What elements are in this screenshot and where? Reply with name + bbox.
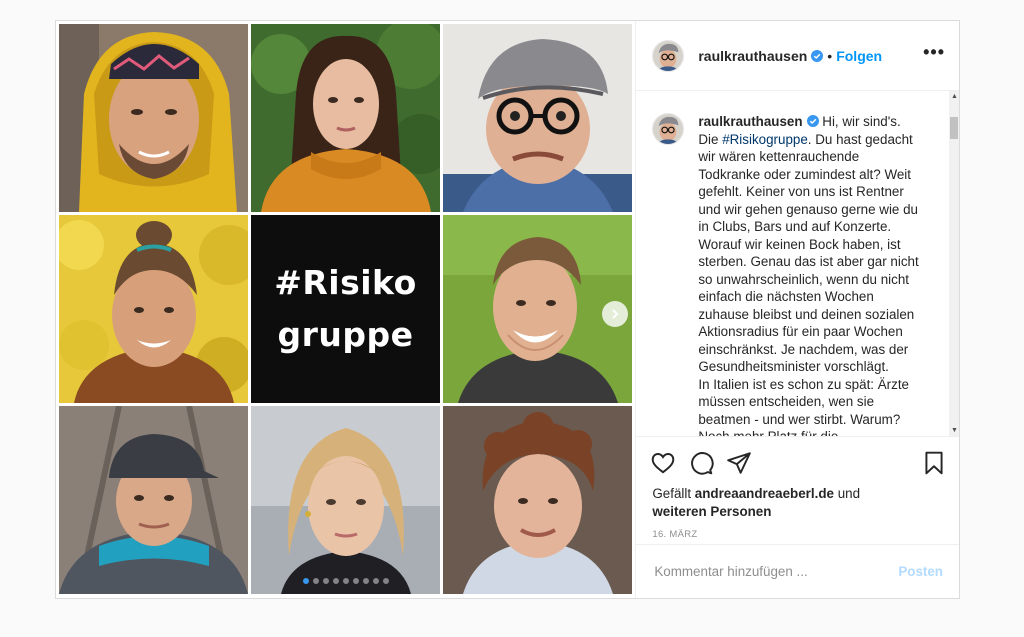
carousel-dot: [373, 578, 379, 584]
risikogruppe-text-tile: #Risiko gruppe: [251, 215, 440, 403]
follow-button[interactable]: Folgen: [836, 48, 882, 64]
carousel-dot: [303, 578, 309, 584]
caption-text: raulkrauthausen Hi, wir sind's. Die #Ris…: [698, 113, 924, 437]
carousel-indicator: [56, 578, 635, 584]
add-comment-bar: Posten: [636, 544, 959, 598]
scrollbar-thumb[interactable]: [950, 117, 958, 139]
carousel-next-button[interactable]: [602, 301, 628, 327]
scroll-up-icon[interactable]: ▲: [951, 93, 958, 100]
header-username[interactable]: raulkrauthausen: [698, 48, 807, 64]
portrait-tile-flat-cap: [443, 24, 632, 212]
avatar[interactable]: [652, 39, 685, 72]
carousel-dot: [323, 578, 329, 584]
photo-collage: #Risiko gruppe: [59, 24, 633, 595]
save-button[interactable]: [921, 450, 947, 476]
verified-badge-icon: [806, 115, 819, 127]
comment-icon: [691, 452, 714, 475]
tile-text-line-2: gruppe: [277, 315, 414, 354]
carousel-dot: [333, 578, 339, 584]
likes-summary: Gefällt andreaandreaeberl.de und weitere…: [636, 479, 959, 521]
scroll-down-icon[interactable]: ▼: [951, 427, 958, 434]
verified-badge-icon: [811, 49, 824, 62]
share-button[interactable]: [726, 450, 752, 476]
carousel-dot: [353, 578, 359, 584]
portrait-tile-blonde-woman: [251, 406, 440, 594]
comments-area[interactable]: raulkrauthausen Hi, wir sind's. Die #Ris…: [636, 91, 959, 437]
portrait-tile-curly-hair: [443, 406, 632, 594]
post-date[interactable]: 16. März: [636, 521, 959, 540]
carousel-dot: [383, 578, 389, 584]
carousel-dot: [343, 578, 349, 584]
tile-text-line-1: #Risiko: [274, 263, 417, 302]
hashtag-link[interactable]: #Risikogruppe: [722, 132, 808, 147]
chevron-right-icon: [612, 309, 619, 319]
avatar[interactable]: [652, 113, 685, 145]
carousel-dot: [363, 578, 369, 584]
like-button[interactable]: [650, 450, 676, 476]
paper-plane-icon: [727, 452, 752, 474]
caption-username[interactable]: raulkrauthausen: [698, 114, 802, 129]
portrait-tile-cap-hoodie: [59, 406, 248, 594]
liked-by-user-link[interactable]: andreaandreaeberl.de: [695, 486, 834, 501]
header-separator: •: [827, 47, 833, 64]
likes-middle: und: [833, 486, 861, 501]
caption-text-body: . Du hast gedacht wir wären kettenrauche…: [698, 131, 919, 437]
caption: raulkrauthausen Hi, wir sind's. Die #Ris…: [636, 91, 959, 437]
more-options-icon[interactable]: •••: [923, 43, 945, 65]
portrait-tile-yellow-hoodie: [59, 24, 248, 212]
bookmark-icon: [925, 451, 943, 475]
post-side-panel: raulkrauthausen • Folgen ••• raulkrautha…: [635, 21, 959, 598]
carousel-dot: [313, 578, 319, 584]
comment-input[interactable]: [652, 563, 899, 580]
likes-prefix: Gefällt: [652, 486, 695, 501]
instagram-post: #Risiko gruppe raulkrauthausen • Folgen …: [55, 20, 960, 599]
portrait-tile-orange-sweater: [251, 24, 440, 212]
comment-button[interactable]: [688, 450, 714, 476]
other-likers-link[interactable]: weiteren Personen: [652, 504, 771, 519]
heart-icon: [652, 453, 675, 474]
comments-scrollbar[interactable]: ▲ ▼: [949, 91, 959, 436]
post-header: raulkrauthausen • Folgen •••: [636, 21, 959, 91]
post-comment-button[interactable]: Posten: [898, 564, 943, 579]
action-bar: [636, 437, 959, 479]
post-media-carousel[interactable]: #Risiko gruppe: [56, 21, 636, 598]
portrait-tile-yellow-flowers: [59, 215, 248, 403]
